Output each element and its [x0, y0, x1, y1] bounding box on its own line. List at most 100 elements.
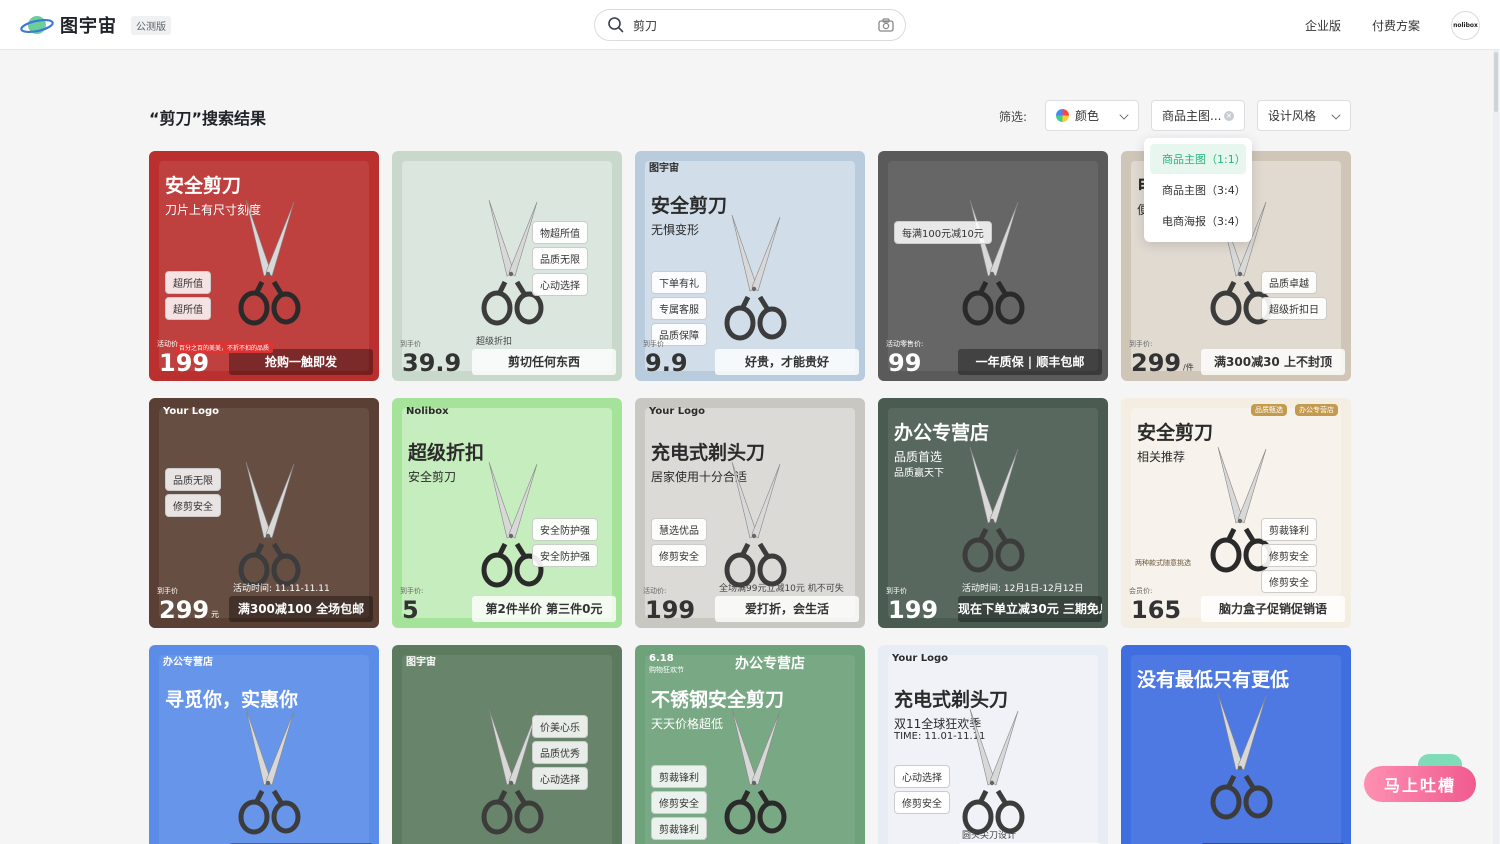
camera-icon[interactable] [877, 16, 895, 34]
page-title: “剪刀”搜索结果 [149, 109, 267, 128]
card-footer-text: 满300减30 上不封顶 [1201, 349, 1345, 375]
feedback-button[interactable]: 马上吐槽 [1364, 766, 1476, 802]
card-tag: 心动选择 [532, 767, 588, 790]
clear-icon[interactable]: × [1224, 111, 1234, 121]
card-brand: 6.18 [649, 653, 674, 664]
enterprise-link[interactable]: 企业版 [1305, 17, 1341, 34]
card-tag: 修剪安全 [651, 791, 707, 814]
card-mid-text: 两种款式随意挑选 [1135, 559, 1191, 567]
card-title: 没有最低只有更低 [1137, 669, 1290, 691]
card-price: 199 [888, 596, 939, 624]
size-filter[interactable]: 商品主图... × [1151, 100, 1245, 131]
card-brand: Your Logo [163, 406, 219, 417]
card-price-label: 会员价: [1129, 587, 1153, 595]
card-brand: Nolibox [406, 406, 449, 417]
card-footer-text: 剪切任何东西 [472, 349, 616, 375]
card-tag: 价美心乐 [532, 715, 588, 738]
card-footer-text: 脑力盒子促销促销语 [1201, 596, 1345, 622]
card-tag: 超所值 [165, 297, 211, 320]
style-filter-label: 设计风格 [1268, 109, 1317, 123]
search-icon[interactable] [607, 16, 625, 34]
card-price-label: 到手价: [1129, 340, 1153, 348]
template-card[interactable]: 安全剪刀 刀片上有尺寸刻度 超所值 超所值 抢购一触即发 百分之百的美美，不折不扣的品质… [149, 151, 379, 381]
template-card[interactable]: 安全剪刀 相关推荐 两种款式随意挑选 品质甄选 办公专营店 剪裁锋利 修剪安全 修剪安全 脑力… [1121, 398, 1351, 628]
card-price: 299 [159, 596, 210, 624]
color-filter[interactable]: 颜色 [1045, 100, 1139, 131]
card-footer-text: 第2件半价 第三件0元 [472, 596, 616, 622]
card-price-label: 到手价 [157, 587, 178, 595]
template-card[interactable]: 没有最低只有更低 立即抢购 >单价低至 [1121, 645, 1351, 844]
card-subtitle: 相关推荐 [1137, 450, 1186, 464]
pricing-link[interactable]: 付费方案 [1372, 17, 1420, 34]
dropdown-option[interactable]: 商品主图（1:1） [1150, 144, 1246, 174]
card-footer-text: 现在下单立减30元 三期免息 [958, 596, 1102, 622]
template-card[interactable]: Your Logo 充电式剃头刀 双11全球狂欢季 TIME: 11.01-11.11… [878, 645, 1108, 844]
size-filter-label: 商品主图... [1162, 109, 1222, 123]
card-subtitle-2: 品质赢天下 [894, 468, 944, 479]
dropdown-option[interactable]: 电商海报（3:4） [1150, 206, 1246, 236]
app-logo[interactable]: 图宇宙 公测版 [20, 12, 171, 38]
card-tag: 修剪安全 [165, 494, 221, 517]
avatar[interactable]: nolibox [1451, 11, 1480, 40]
template-card[interactable]: 6.18 不锈钢安全剪刀 天天价格超低 办公专营店 购物狂欢节 剪裁锋利 修剪安全 剪裁锋利 [635, 645, 865, 844]
card-footer-text: 一年质保 | 顺丰包邮 [958, 349, 1102, 375]
card-tag: 剪裁锋利 [651, 817, 707, 840]
card-tag: 品质卓越 [1261, 271, 1317, 294]
card-price-label: 活动价: [643, 587, 667, 595]
card-price-label: 到手价 [886, 587, 907, 595]
card-top-tag: 办公专营店 [1295, 404, 1338, 416]
size-dropdown-menu: 商品主图（1:1） 商品主图（3:4） 电商海报（3:4） [1144, 138, 1252, 242]
template-card[interactable]: 物超所值 品质无限 心动选择 剪切任何东西 超级折扣 到手价 39.9 [392, 151, 622, 381]
color-filter-label: 颜色 [1075, 109, 1100, 123]
card-price: 39.9 [402, 349, 462, 377]
card-brand: Your Logo [649, 406, 705, 417]
card-price-label: 到手价 [643, 340, 664, 348]
top-header: 图宇宙 公测版 企业版 付费方案 nolibox [0, 0, 1500, 50]
card-tag: 剪裁锋利 [1261, 518, 1317, 541]
style-filter[interactable]: 设计风格 [1257, 100, 1351, 131]
card-title: 办公专营店 [894, 422, 990, 444]
card-price-label: 到手价: [400, 587, 424, 595]
beta-badge: 公测版 [131, 15, 171, 35]
card-tag: 心动选择 [894, 765, 950, 788]
card-footer-subtext: 活动时间: 11.11-11.11 [233, 584, 330, 594]
template-card[interactable]: Your Logo 充电式剃头刀 居家使用十分合适 慧选优品 修剪安全 爱打折，会生活全… [635, 398, 865, 628]
card-subtitle: 无惧变形 [651, 223, 700, 237]
card-tag: 超所值 [165, 271, 211, 294]
card-tag: 品质优秀 [532, 741, 588, 764]
scissors-icon [710, 705, 800, 844]
template-card[interactable]: Nolibox 超级折扣 安全剪刀 安全防护强 安全防护强 第2件半价 第三件0元 到手价… [392, 398, 622, 628]
card-tag: 修剪安全 [1261, 570, 1317, 593]
card-footer-text: 满300减100 全场包邮 [229, 596, 373, 622]
template-card[interactable]: 办公专营店寻觅你，实惠你 火爆销售中活动价 [149, 645, 379, 844]
template-card[interactable]: Your Logo 品质无限 修剪安全 满300减100 全场包邮 活动时间: 11.… [149, 398, 379, 628]
card-store: 办公专营店 [735, 656, 805, 672]
card-price-label: 活动价 [157, 340, 178, 348]
search-bar[interactable] [594, 9, 906, 41]
scrollbar-track[interactable] [1493, 50, 1499, 844]
filter-label: 筛选: [999, 110, 1028, 124]
card-title: 安全剪刀 [1137, 422, 1214, 444]
scissors-icon [948, 705, 1038, 844]
card-price: 165 [1131, 596, 1182, 624]
card-tag: 修剪安全 [894, 791, 950, 814]
card-tag: 安全防护强 [532, 544, 598, 567]
card-subtitle: 安全剪刀 [408, 470, 457, 484]
card-price: 199 [645, 596, 696, 624]
card-footer-subtext: 全场满99元立减10元 机不可失 [719, 584, 844, 594]
card-tag: 专属客服 [651, 297, 707, 320]
template-card[interactable]: 图宇宙 价美心乐品质优秀心动选择活动价 [392, 645, 622, 844]
card-brand: 办公专营店 [163, 657, 213, 668]
template-card[interactable]: 每满100元减10元 一年质保 | 顺丰包邮 活动零售价: 99 [878, 151, 1108, 381]
card-tag: 心动选择 [532, 273, 588, 296]
template-card[interactable]: 办公专营店 品质首选 品质赢天下 现在下单立减30元 三期免息 活动时间: 12月1日… [878, 398, 1108, 628]
scrollbar-thumb[interactable] [1494, 52, 1498, 112]
dropdown-option[interactable]: 商品主图（3:4） [1150, 175, 1246, 205]
card-tag: 剪裁锋利 [651, 765, 707, 788]
card-tag: 安全防护强 [532, 518, 598, 541]
card-tag: 下单有礼 [651, 271, 707, 294]
scissors-icon [224, 196, 314, 340]
card-title: 安全剪刀 [165, 175, 242, 197]
template-card[interactable]: 图宇宙 安全剪刀 无惧变形 下单有礼 专属客服 品质保障 好贵，才能贵好 到手价 9.9 [635, 151, 865, 381]
search-input[interactable] [633, 18, 877, 32]
